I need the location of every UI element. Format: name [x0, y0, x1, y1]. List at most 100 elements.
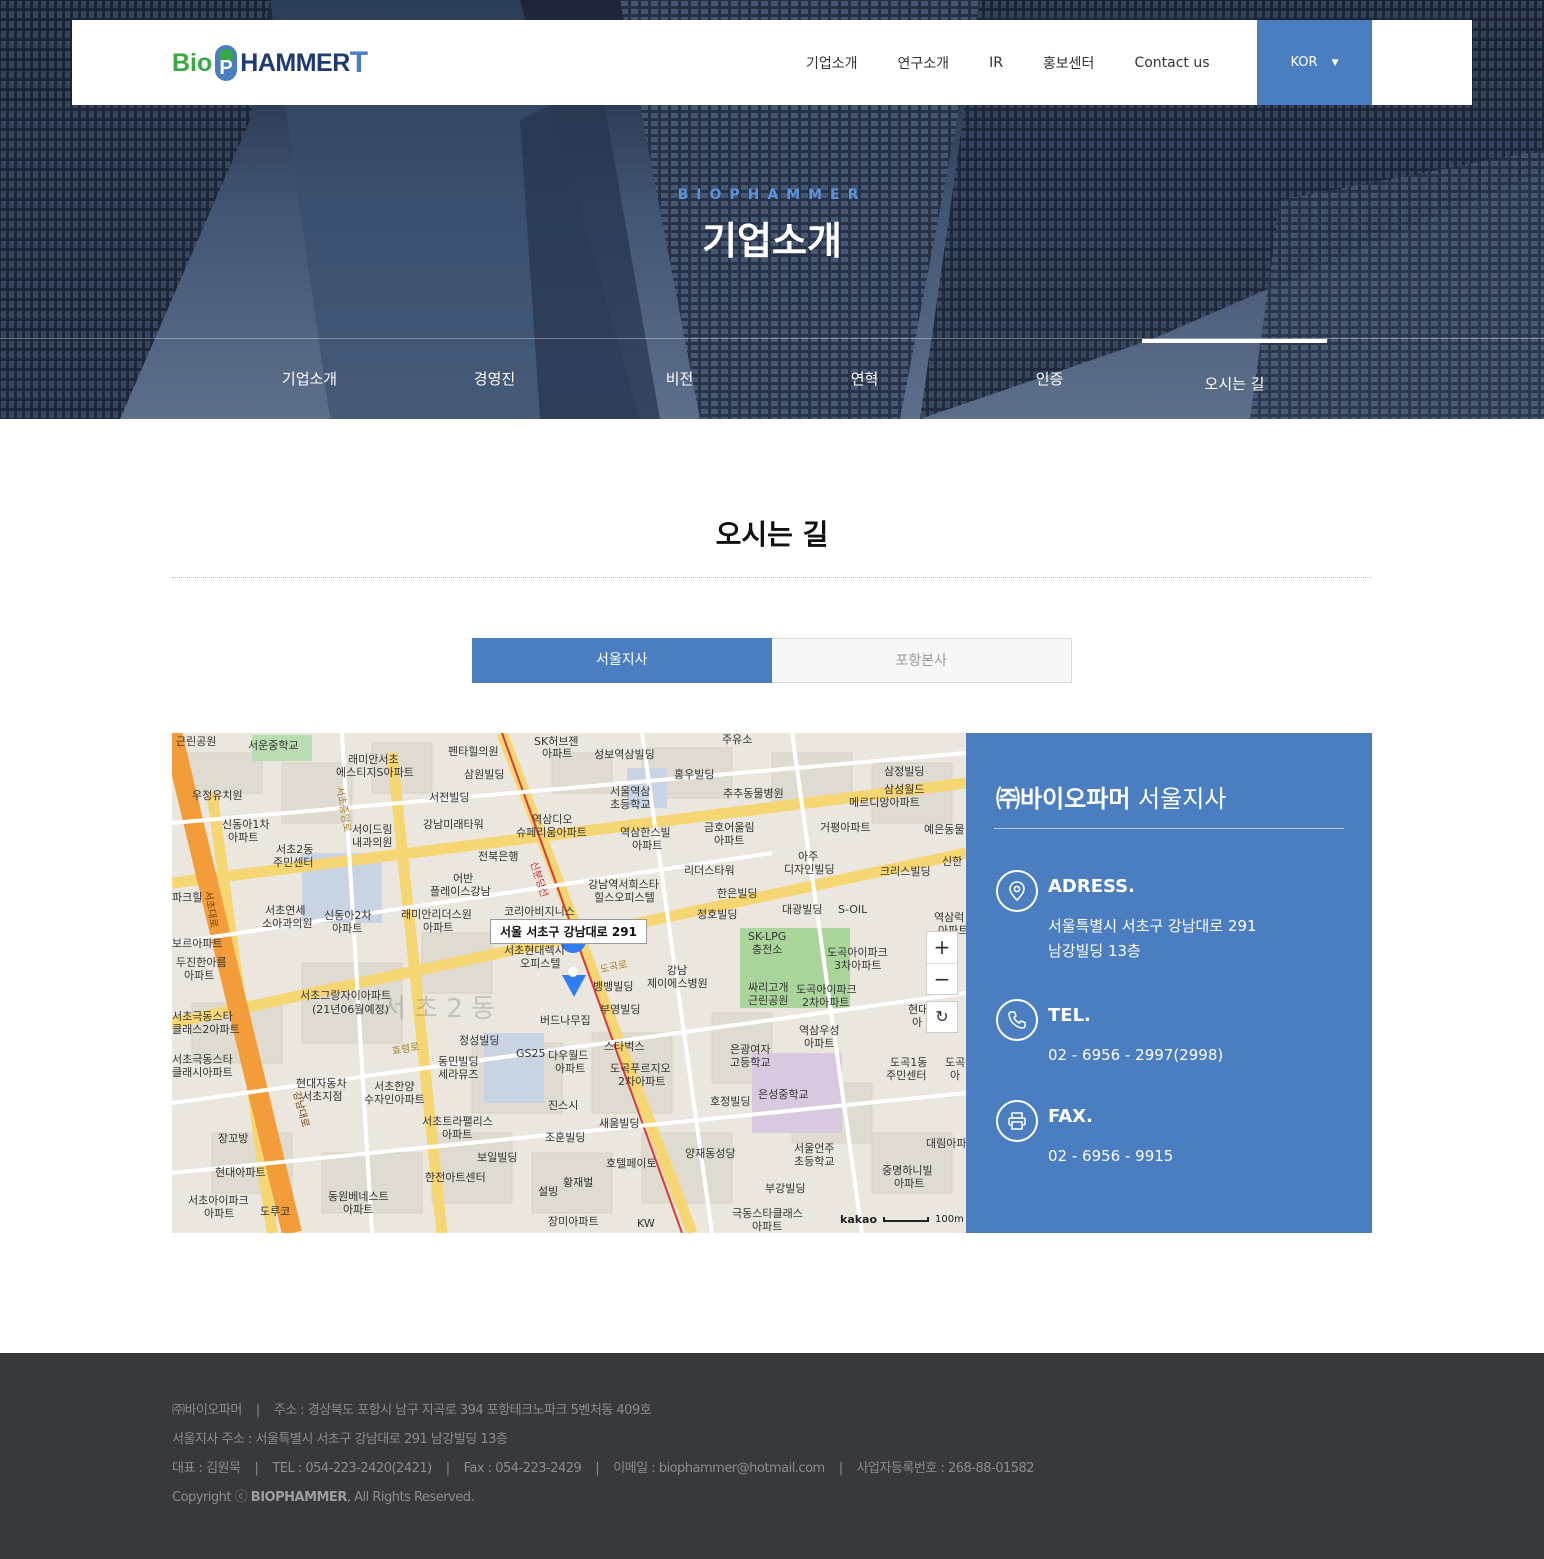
map-label: 도곡아이파크 [796, 983, 857, 996]
map-label: 초등학교 [610, 798, 651, 811]
nav-company[interactable]: 기업소개 [806, 53, 858, 73]
map-label: 아파트 [442, 1128, 473, 1141]
map-label: 정성빌딩 [459, 1034, 500, 1047]
map-label: 다우월드 [548, 1049, 589, 1062]
map-label: 양재동성당 [685, 1147, 736, 1160]
site-footer: ㈜바이오파머 | 주소 : 경상북도 포항시 남구 지곡로 394 포항테크노파크 … [0, 1353, 1544, 1559]
map-label: 서운중학교 [248, 739, 299, 752]
map-label: 현대자동차 [296, 1077, 347, 1090]
map-label: 도곡 [945, 1056, 966, 1069]
map-label: 장꼬방 [218, 1132, 249, 1145]
logo-bio-text: Bio [172, 48, 213, 77]
map-label: 은광여자 [730, 1043, 771, 1056]
map-label: 싸리고개 [748, 981, 789, 994]
tab-pohang-hq[interactable]: 포항본사 [771, 638, 1072, 683]
map-label: KW [637, 1217, 655, 1230]
svg-text:P: P [220, 57, 233, 79]
map-label: 새움빌딩 [599, 1117, 640, 1130]
map-label: 뱅뱅빌딩 [593, 980, 634, 993]
kakao-map[interactable]: 근린공원 서운중학교 래미안서초 에스티지S아파트 펜타힐의원 SK허브젠 아파… [172, 733, 966, 1233]
map-label: 삼원빌딩 [464, 768, 505, 781]
map-label: 도곡푸르지오 [610, 1062, 671, 1075]
map-reset-button[interactable]: ↻ [926, 1001, 958, 1033]
subnav-certification[interactable]: 인증 [957, 339, 1142, 419]
map-label: 설빙 [538, 1185, 559, 1198]
caret-down-icon: ▼ [1331, 57, 1339, 68]
map-label: 세라뮤즈 [438, 1068, 479, 1081]
zoom-out-button[interactable]: − [927, 963, 957, 994]
footer-ceo: 대표 : 김원묵 [172, 1461, 241, 1476]
map-label: 서울역삼 [610, 785, 651, 798]
address-line: 남강빌딩 13층 [1048, 942, 1141, 960]
map-label: 아파트 [332, 922, 363, 935]
map-label: 현대아파트 [215, 1166, 266, 1179]
map-label: 황재벌 [563, 1176, 594, 1189]
logo-p-mark: P [213, 43, 239, 83]
map-label: 도루코 [260, 1205, 291, 1218]
map-label: 아파트 [804, 1037, 835, 1050]
nav-pr-center[interactable]: 홍보센터 [1043, 53, 1095, 73]
fax-label: FAX. [1048, 1106, 1093, 1127]
subnav-executives[interactable]: 경영진 [402, 339, 587, 419]
map-label: 서초극동스타 [172, 1010, 233, 1023]
hero-banner: Bio P HAMMER T 기업소개 연구소개 IR 홍보센터 Contact… [0, 0, 1544, 419]
footer-email[interactable]: 이메일 : biophammer@hotmail.com [613, 1461, 825, 1476]
map-label: 어반 [453, 872, 474, 885]
copyright-prefix: Copyright ⓒ [172, 1490, 248, 1505]
map-label: 우정유치원 [192, 789, 243, 802]
map-label: 중명하니빌 [882, 1164, 933, 1177]
map-label: 펜타힐의원 [448, 745, 499, 758]
language-label: KOR [1290, 55, 1318, 70]
map-label: 서초지점 [302, 1090, 343, 1103]
subnav-company[interactable]: 기업소개 [217, 339, 402, 419]
tab-seoul-branch[interactable]: 서울지사 [472, 638, 772, 683]
map-label: 전북은행 [478, 850, 519, 863]
subnav-history[interactable]: 연혁 [772, 339, 957, 419]
map-label: 부강빌딩 [765, 1182, 806, 1195]
footer-hq-address: 주소 : 경상북도 포항시 남구 지곡로 394 포항테크노파크 5벤처동 40… [273, 1403, 652, 1418]
map-label: 아주 [798, 850, 819, 863]
fax-value: 02 - 6956 - 9915 [1048, 1147, 1174, 1165]
subnav-directions[interactable]: 오시는 길 [1142, 339, 1327, 419]
nav-research[interactable]: 연구소개 [898, 53, 950, 73]
map-label: 래미안리더스원 [401, 908, 472, 921]
map-label: 홍우빌딩 [674, 768, 715, 781]
map-label: 3차아파트 [834, 959, 882, 972]
map-label: 주민센터 [273, 856, 314, 869]
map-label: 클래시아파트 [172, 1066, 233, 1079]
zoom-in-button[interactable]: + [927, 932, 957, 963]
map-label: 아파트 [632, 839, 663, 852]
map-label: 역삼한스빌 [620, 826, 671, 839]
map-label: 서초2동 [276, 843, 314, 856]
hero-eyebrow: BIOPHAMMER [677, 187, 867, 203]
map-label: 초등학교 [794, 1155, 835, 1168]
footer-fax: Fax : 054-223-2429 [463, 1461, 582, 1476]
map-label: 아 [950, 1069, 961, 1082]
contact-info-panel: ㈜바이오파머 서울지사 ADRESS. 서울특별시 서초구 강남대로 291 남… [966, 733, 1372, 1233]
map-label: 두진한아름 [176, 956, 227, 969]
location-pin-icon [996, 870, 1038, 912]
map-label: 메르디앙아파트 [849, 796, 920, 809]
map-label: 소아과의원 [262, 917, 313, 930]
biophammer-logo[interactable]: Bio P HAMMER T [172, 40, 368, 86]
map-label: 대광빌딩 [782, 903, 823, 916]
nav-contact[interactable]: Contact us [1134, 55, 1209, 71]
map-label: 스타벅스 [604, 1040, 645, 1053]
map-label: 아파트 [228, 831, 259, 844]
language-selector[interactable]: KOR ▼ [1257, 20, 1372, 105]
subnav-vision[interactable]: 비전 [587, 339, 772, 419]
branch-name: ㈜바이오파머 서울지사 [996, 779, 1226, 814]
title-divider [172, 577, 1372, 578]
map-label: 호텔페이토 [606, 1157, 657, 1170]
map-label: 서초한양 [374, 1080, 415, 1093]
map-label: 역삼우성 [799, 1024, 840, 1037]
map-label: 신한 [942, 855, 963, 868]
map-label: 플레이스강남 [430, 885, 491, 898]
map-label: S-OIL [838, 903, 868, 916]
hero-title: 기업소개 [702, 219, 842, 263]
map-label: 성보역삼빌딩 [594, 748, 655, 761]
map-label: 거평아파트 [820, 821, 871, 834]
nav-ir[interactable]: IR [989, 55, 1003, 71]
map-label: 도곡아이파크 [827, 946, 888, 959]
footer-copyright: Copyright ⓒ BIOPHAMMER, All Rights Reser… [172, 1486, 475, 1505]
